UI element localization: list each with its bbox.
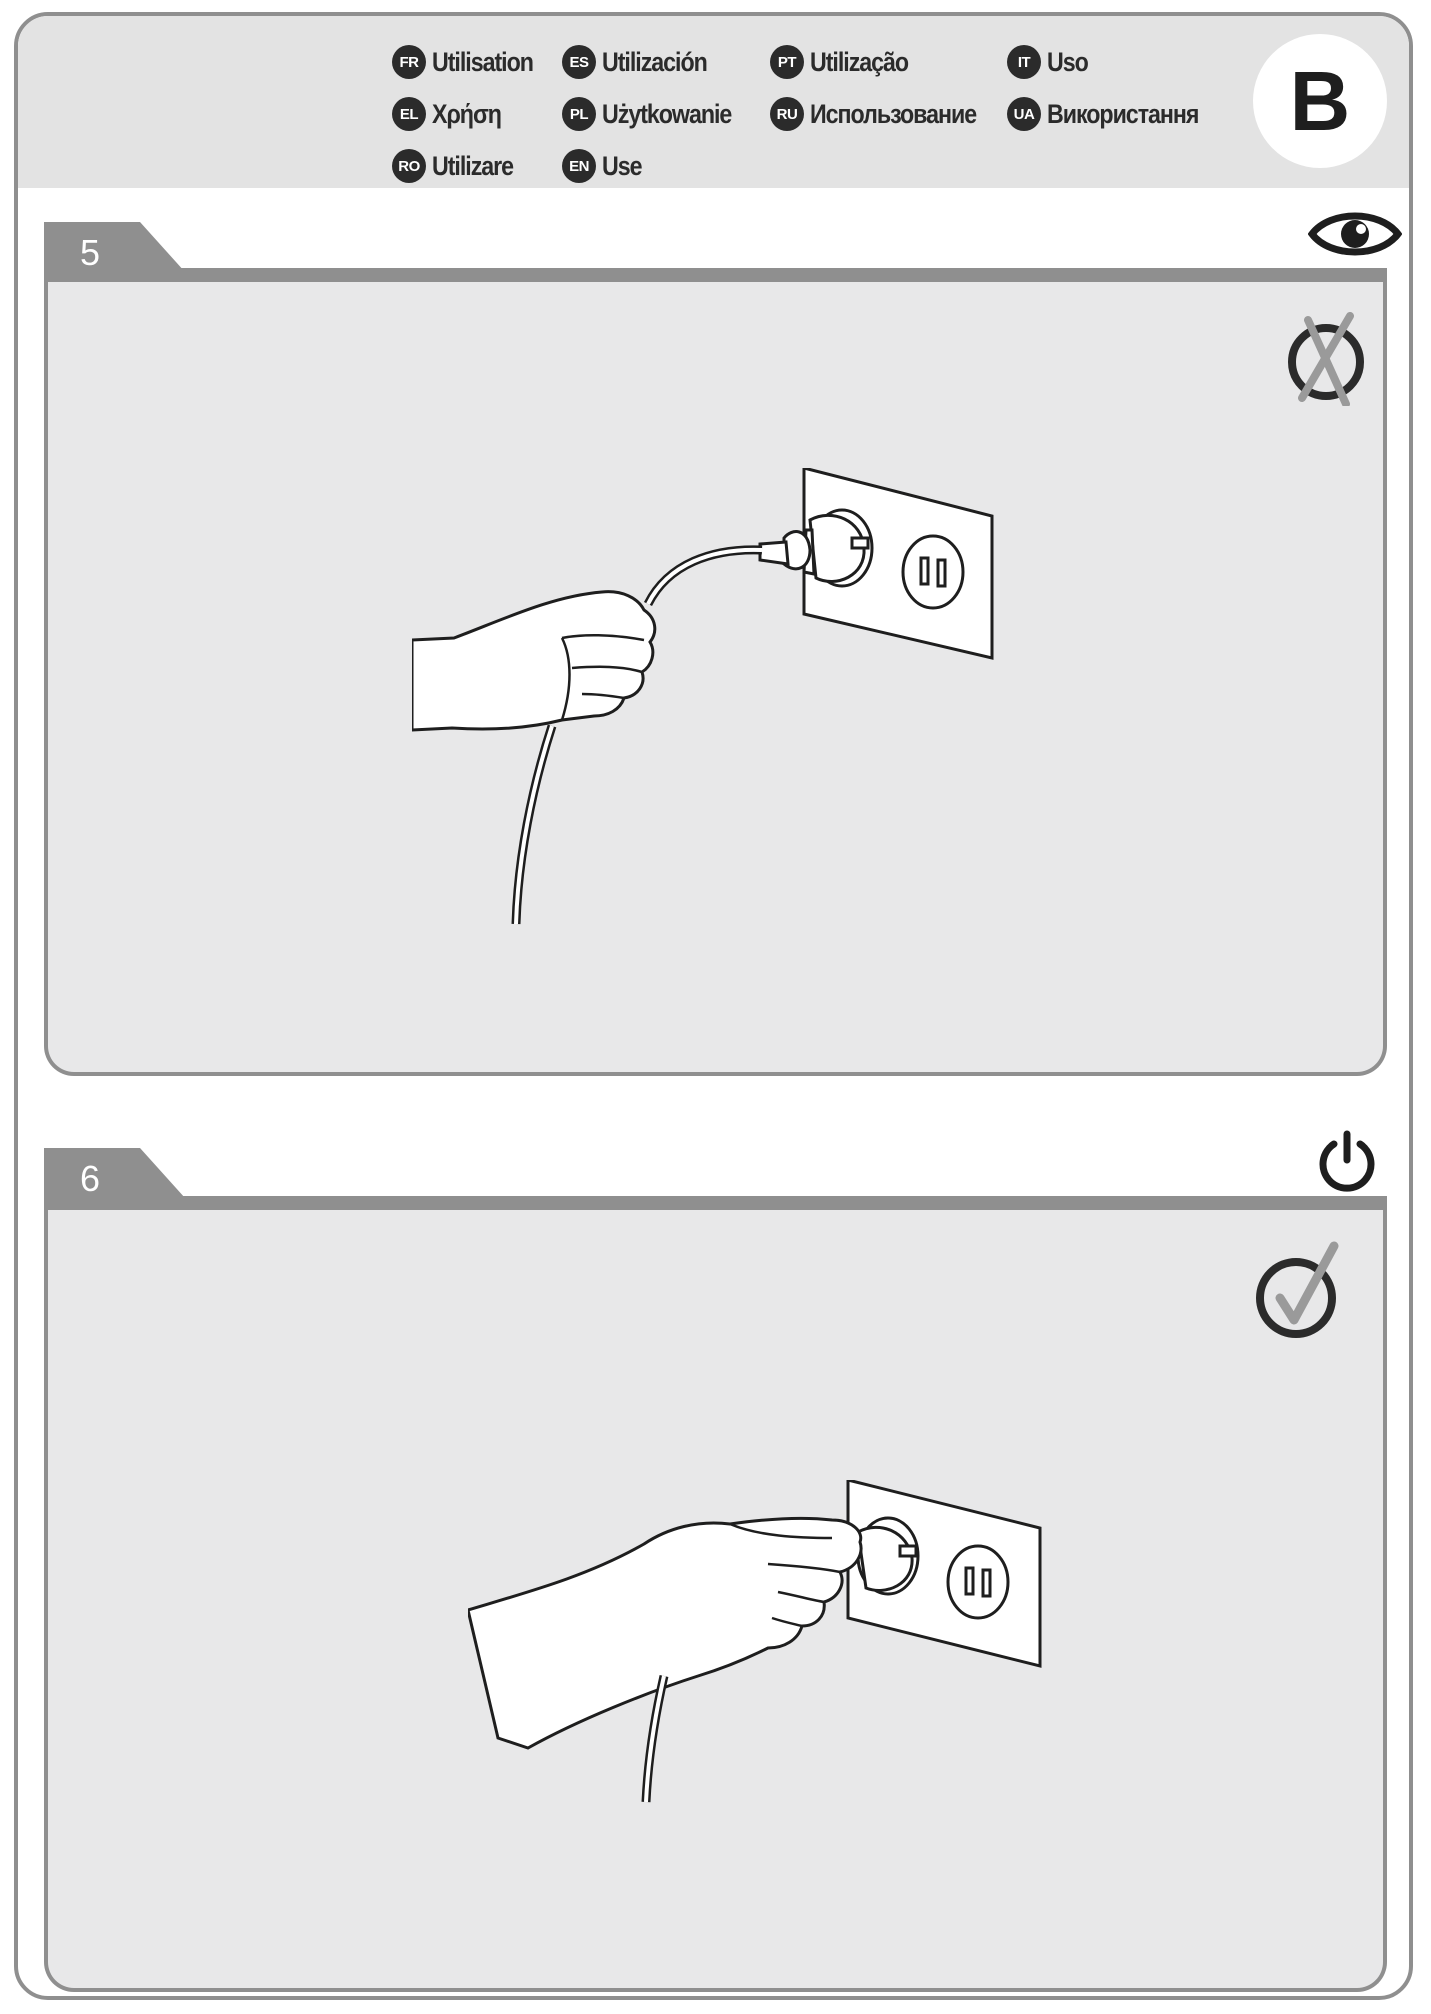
language-code-badge: EN <box>562 149 596 183</box>
language-label: Utilización <box>602 46 708 77</box>
power-icon <box>1319 1130 1375 1192</box>
page-frame: FR Utilisation ES Utilización PT Utiliza… <box>14 12 1413 2000</box>
language-code-badge: EL <box>392 97 426 131</box>
language-label: Utilisation <box>432 46 534 77</box>
language-code-badge: FR <box>392 45 426 79</box>
language-el: EL Χρήση <box>392 94 512 134</box>
language-label: Use <box>602 150 643 181</box>
language-label: Χρήση <box>432 98 502 129</box>
language-es: ES Utilización <box>562 42 724 82</box>
header: FR Utilisation ES Utilización PT Utiliza… <box>18 16 1409 188</box>
language-label: Utilização <box>810 46 909 77</box>
language-label: Utilizare <box>432 150 514 181</box>
illustration-hand-pulling-plug <box>468 1480 1042 1803</box>
check-mark-icon <box>1256 1241 1339 1338</box>
step-number: 6 <box>80 1158 101 1199</box>
section-badge: B <box>1253 34 1387 168</box>
language-code-badge: PT <box>770 45 804 79</box>
language-code-badge: IT <box>1007 45 1041 79</box>
language-code-badge: PL <box>562 97 596 131</box>
cross-mark-icon <box>1288 312 1364 406</box>
language-ru: RU Использование <box>770 94 1003 134</box>
language-ro: RO Utilizare <box>392 146 526 186</box>
language-it: IT Uso <box>1007 42 1094 82</box>
language-label: Użytkowanie <box>602 98 732 129</box>
eye-icon <box>1308 212 1402 256</box>
language-fr: FR Utilisation <box>392 42 549 82</box>
step-divider <box>44 1196 1387 1210</box>
language-code-badge: UA <box>1007 97 1041 131</box>
language-label: Використання <box>1047 98 1199 129</box>
language-pt: PT Utilização <box>770 42 924 82</box>
language-label: Uso <box>1047 46 1089 77</box>
illustration-hand-holding-cord <box>412 468 994 925</box>
language-pl: PL Użytkowanie <box>562 94 752 134</box>
step-5-panel <box>44 282 1387 1076</box>
language-code-badge: RO <box>392 149 426 183</box>
language-en: EN Use <box>562 146 648 186</box>
language-label: Использование <box>810 98 977 129</box>
language-code-badge: ES <box>562 45 596 79</box>
step-6-panel <box>44 1210 1387 1992</box>
language-code-badge: RU <box>770 97 804 131</box>
step-divider <box>44 268 1387 282</box>
language-ua: UA Використання <box>1007 94 1223 134</box>
